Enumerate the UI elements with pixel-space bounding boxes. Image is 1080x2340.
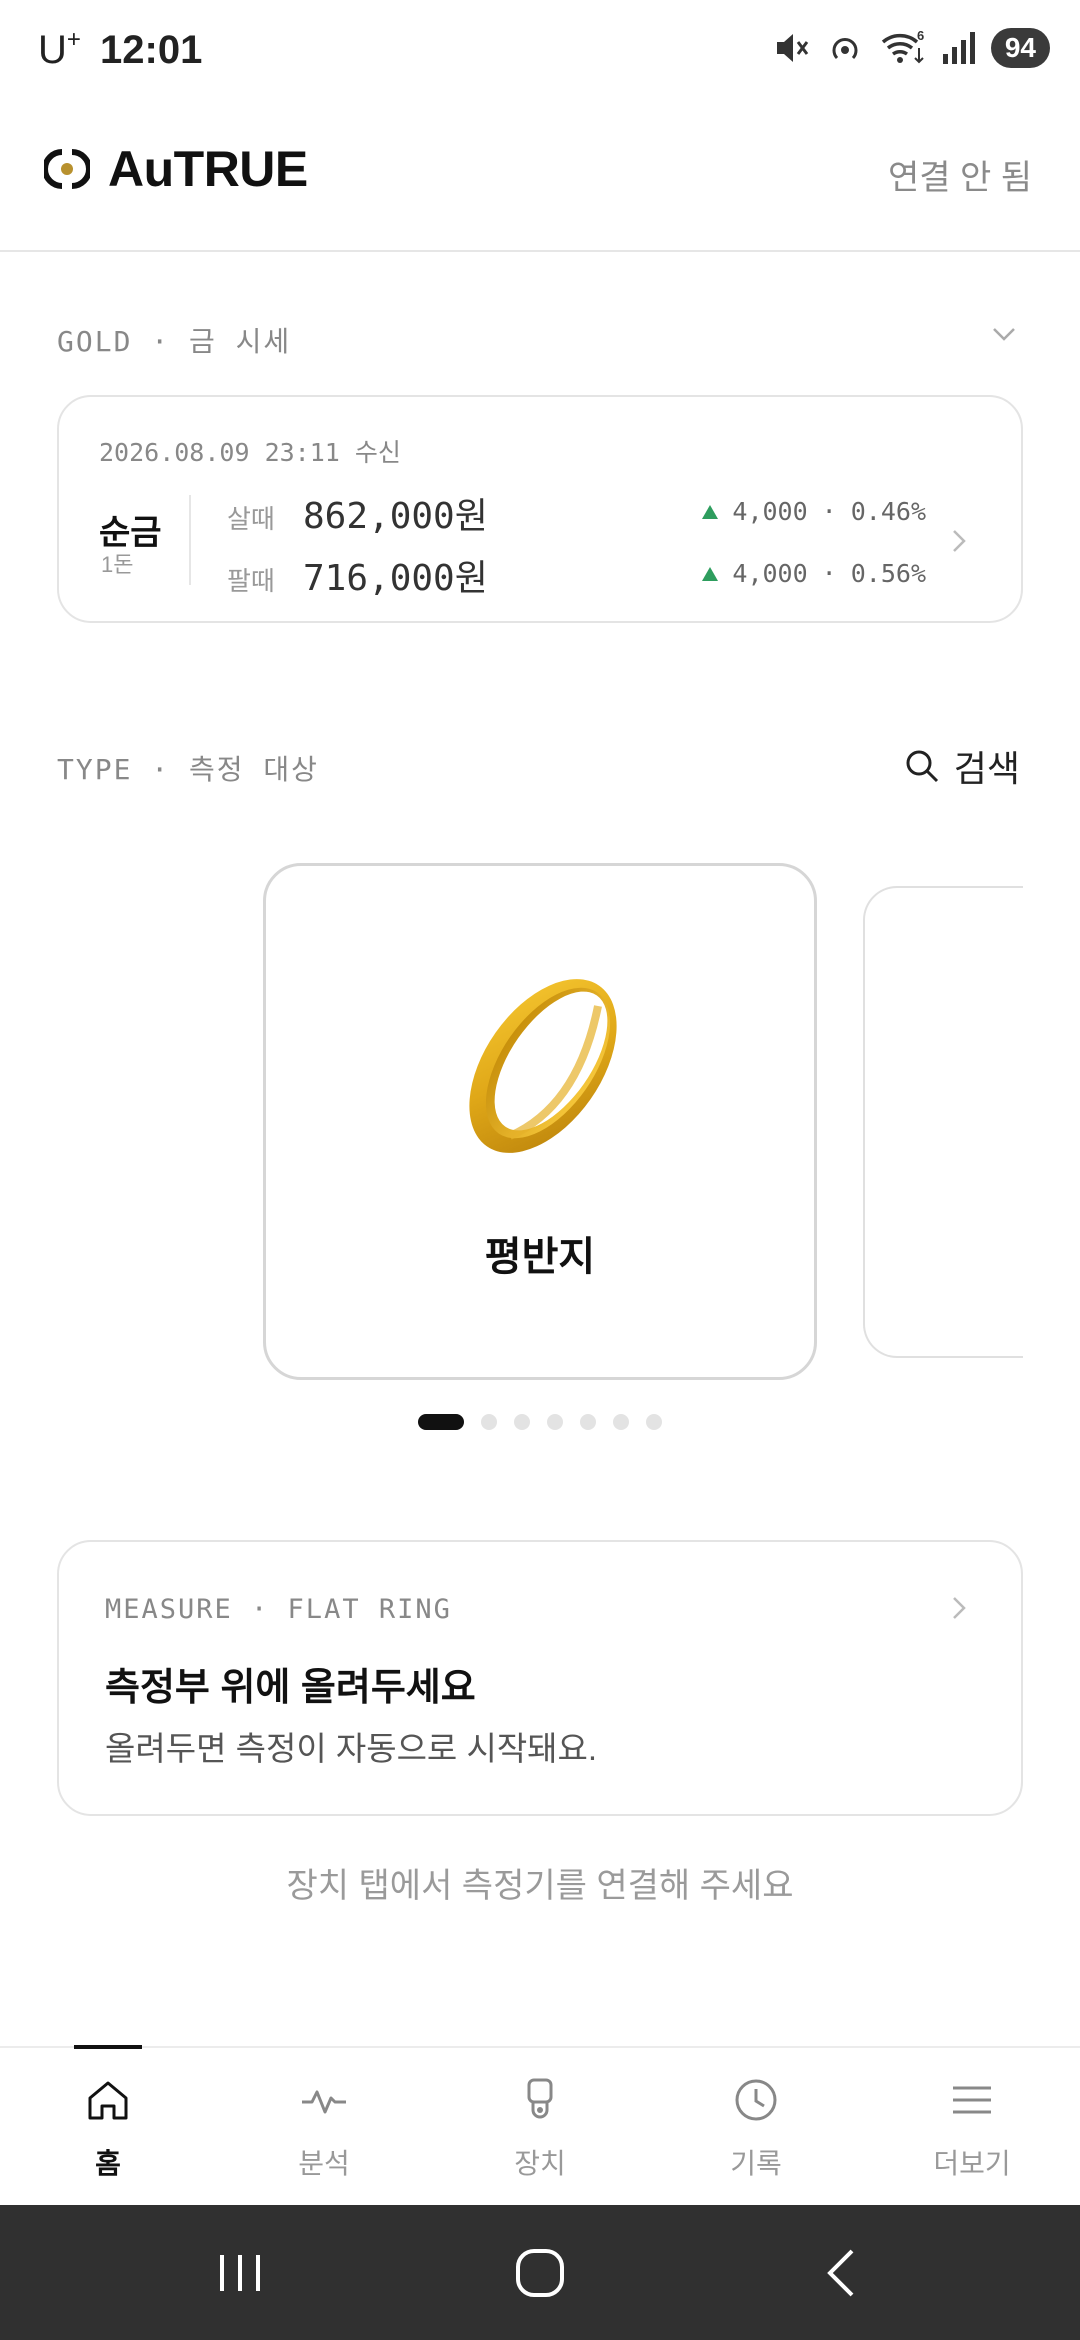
buy-change: 4,000 · 0.46%: [702, 497, 926, 526]
battery-indicator: 94: [990, 28, 1050, 68]
gold-section-label: GOLD · 금 시세: [57, 325, 292, 358]
separator: ·: [821, 497, 837, 526]
gold-item-unit: 1돈: [101, 552, 134, 577]
nav-item-device[interactable]: 장치: [432, 2048, 648, 2207]
pagination-dot-active[interactable]: [418, 1414, 464, 1430]
nav-label-analysis: 분석: [298, 2148, 350, 2179]
carrier-time: U+ 12:01: [38, 26, 202, 73]
search-icon: [906, 750, 938, 783]
signal-icon: [942, 32, 975, 64]
buy-price-row: 살때 862,000원: [227, 487, 488, 539]
system-nav-bar: [0, 2205, 1080, 2340]
buy-change-value: 4,000: [732, 497, 808, 526]
up-arrow-icon: [702, 504, 719, 519]
pagination-dot[interactable]: [646, 1414, 662, 1430]
sell-label: 팔때: [227, 566, 275, 596]
pulse-icon: [302, 2090, 346, 2114]
gold-price-card[interactable]: 2026.08.09 23:11 수신 순금 1돈 살때 862,000원 4,…: [57, 395, 1023, 623]
connection-status[interactable]: 연결 안 됨: [888, 150, 1032, 199]
device-icon: [527, 2078, 553, 2119]
chevron-right-icon: [953, 1597, 966, 1619]
network-label: 6: [917, 28, 924, 43]
nav-item-history[interactable]: 기록: [648, 2048, 864, 2207]
back-icon[interactable]: [812, 2241, 876, 2305]
app-logo[interactable]: AuTRUE: [44, 140, 308, 198]
type-card-name: 평반지: [484, 1235, 596, 1279]
carrier-plus: +: [66, 26, 81, 53]
search-button[interactable]: 검색: [904, 740, 1020, 792]
bottom-nav: 홈 분석 장치 기록 더보기: [0, 2045, 1080, 2207]
chevron-right-icon: [953, 530, 966, 552]
sell-price-row: 팔때 716,000원: [227, 549, 488, 601]
app-header: AuTRUE 연결 안 됨: [0, 100, 1080, 252]
type-card-next[interactable]: [863, 886, 1023, 1358]
gold-received-time: 2026.08.09 23:11 수신: [99, 438, 401, 467]
status-bar: U+ 12:01 6 94: [0, 0, 1080, 100]
home-icon: [88, 2081, 128, 2120]
sell-change: 4,000 · 0.56%: [702, 559, 926, 588]
sell-change-value: 4,000: [732, 559, 808, 588]
measure-label: MEASURE · FLAT RING: [105, 1594, 452, 1625]
pagination-dot[interactable]: [481, 1414, 497, 1430]
pagination-dot[interactable]: [547, 1414, 563, 1430]
carousel-pagination: [0, 1414, 1080, 1430]
nav-label-home: 홈: [95, 2148, 121, 2179]
pagination-dot[interactable]: [580, 1414, 596, 1430]
mute-icon: [776, 34, 809, 62]
pagination-dot[interactable]: [514, 1414, 530, 1430]
measure-card[interactable]: MEASURE · FLAT RING 측정부 위에 올려두세요 올려두면 측정…: [57, 1540, 1023, 1816]
nav-item-analysis[interactable]: 분석: [216, 2048, 432, 2207]
clock: 12:01: [100, 28, 203, 72]
menu-icon: [953, 2086, 991, 2114]
app-name: AuTRUE: [108, 141, 308, 197]
collapse-chevron-icon[interactable]: [990, 320, 1018, 348]
recent-apps-icon[interactable]: [208, 2241, 272, 2305]
home-button-icon[interactable]: [508, 2241, 572, 2305]
pagination-dot[interactable]: [613, 1414, 629, 1430]
hotspot-icon: [832, 38, 858, 60]
nav-label-more: 더보기: [933, 2148, 1011, 2179]
wifi-icon: 6: [881, 28, 924, 64]
search-label: 검색: [953, 748, 1020, 789]
type-section-label: TYPE · 측정 대상: [57, 753, 319, 786]
connect-device-hint: 장치 탭에서 측정기를 연결해 주세요: [286, 1867, 794, 1905]
buy-label: 살때: [227, 504, 275, 534]
carrier-name: U: [38, 28, 67, 72]
sell-price: 716,000원: [303, 558, 488, 599]
nav-label-history: 기록: [730, 2148, 782, 2179]
logo-icon: [44, 149, 90, 189]
status-icons: 6 94: [771, 28, 1050, 68]
measure-description: 올려두면 측정이 자동으로 시작돼요.: [105, 1730, 598, 1767]
buy-price: 862,000원: [303, 496, 488, 537]
clock-icon: [735, 2079, 777, 2121]
sell-change-pct: 0.56%: [850, 559, 926, 588]
type-card-flat-ring[interactable]: 평반지: [263, 863, 817, 1380]
nav-label-device: 장치: [514, 2148, 566, 2179]
nav-item-home[interactable]: 홈: [0, 2048, 216, 2207]
measure-title: 측정부 위에 올려두세요: [105, 1667, 476, 1709]
nav-item-more[interactable]: 더보기: [864, 2048, 1080, 2207]
buy-change-pct: 0.46%: [850, 497, 926, 526]
gold-ring-image: [469, 979, 617, 1153]
up-arrow-icon: [702, 566, 719, 581]
separator: ·: [821, 559, 837, 588]
divider: [189, 495, 191, 585]
